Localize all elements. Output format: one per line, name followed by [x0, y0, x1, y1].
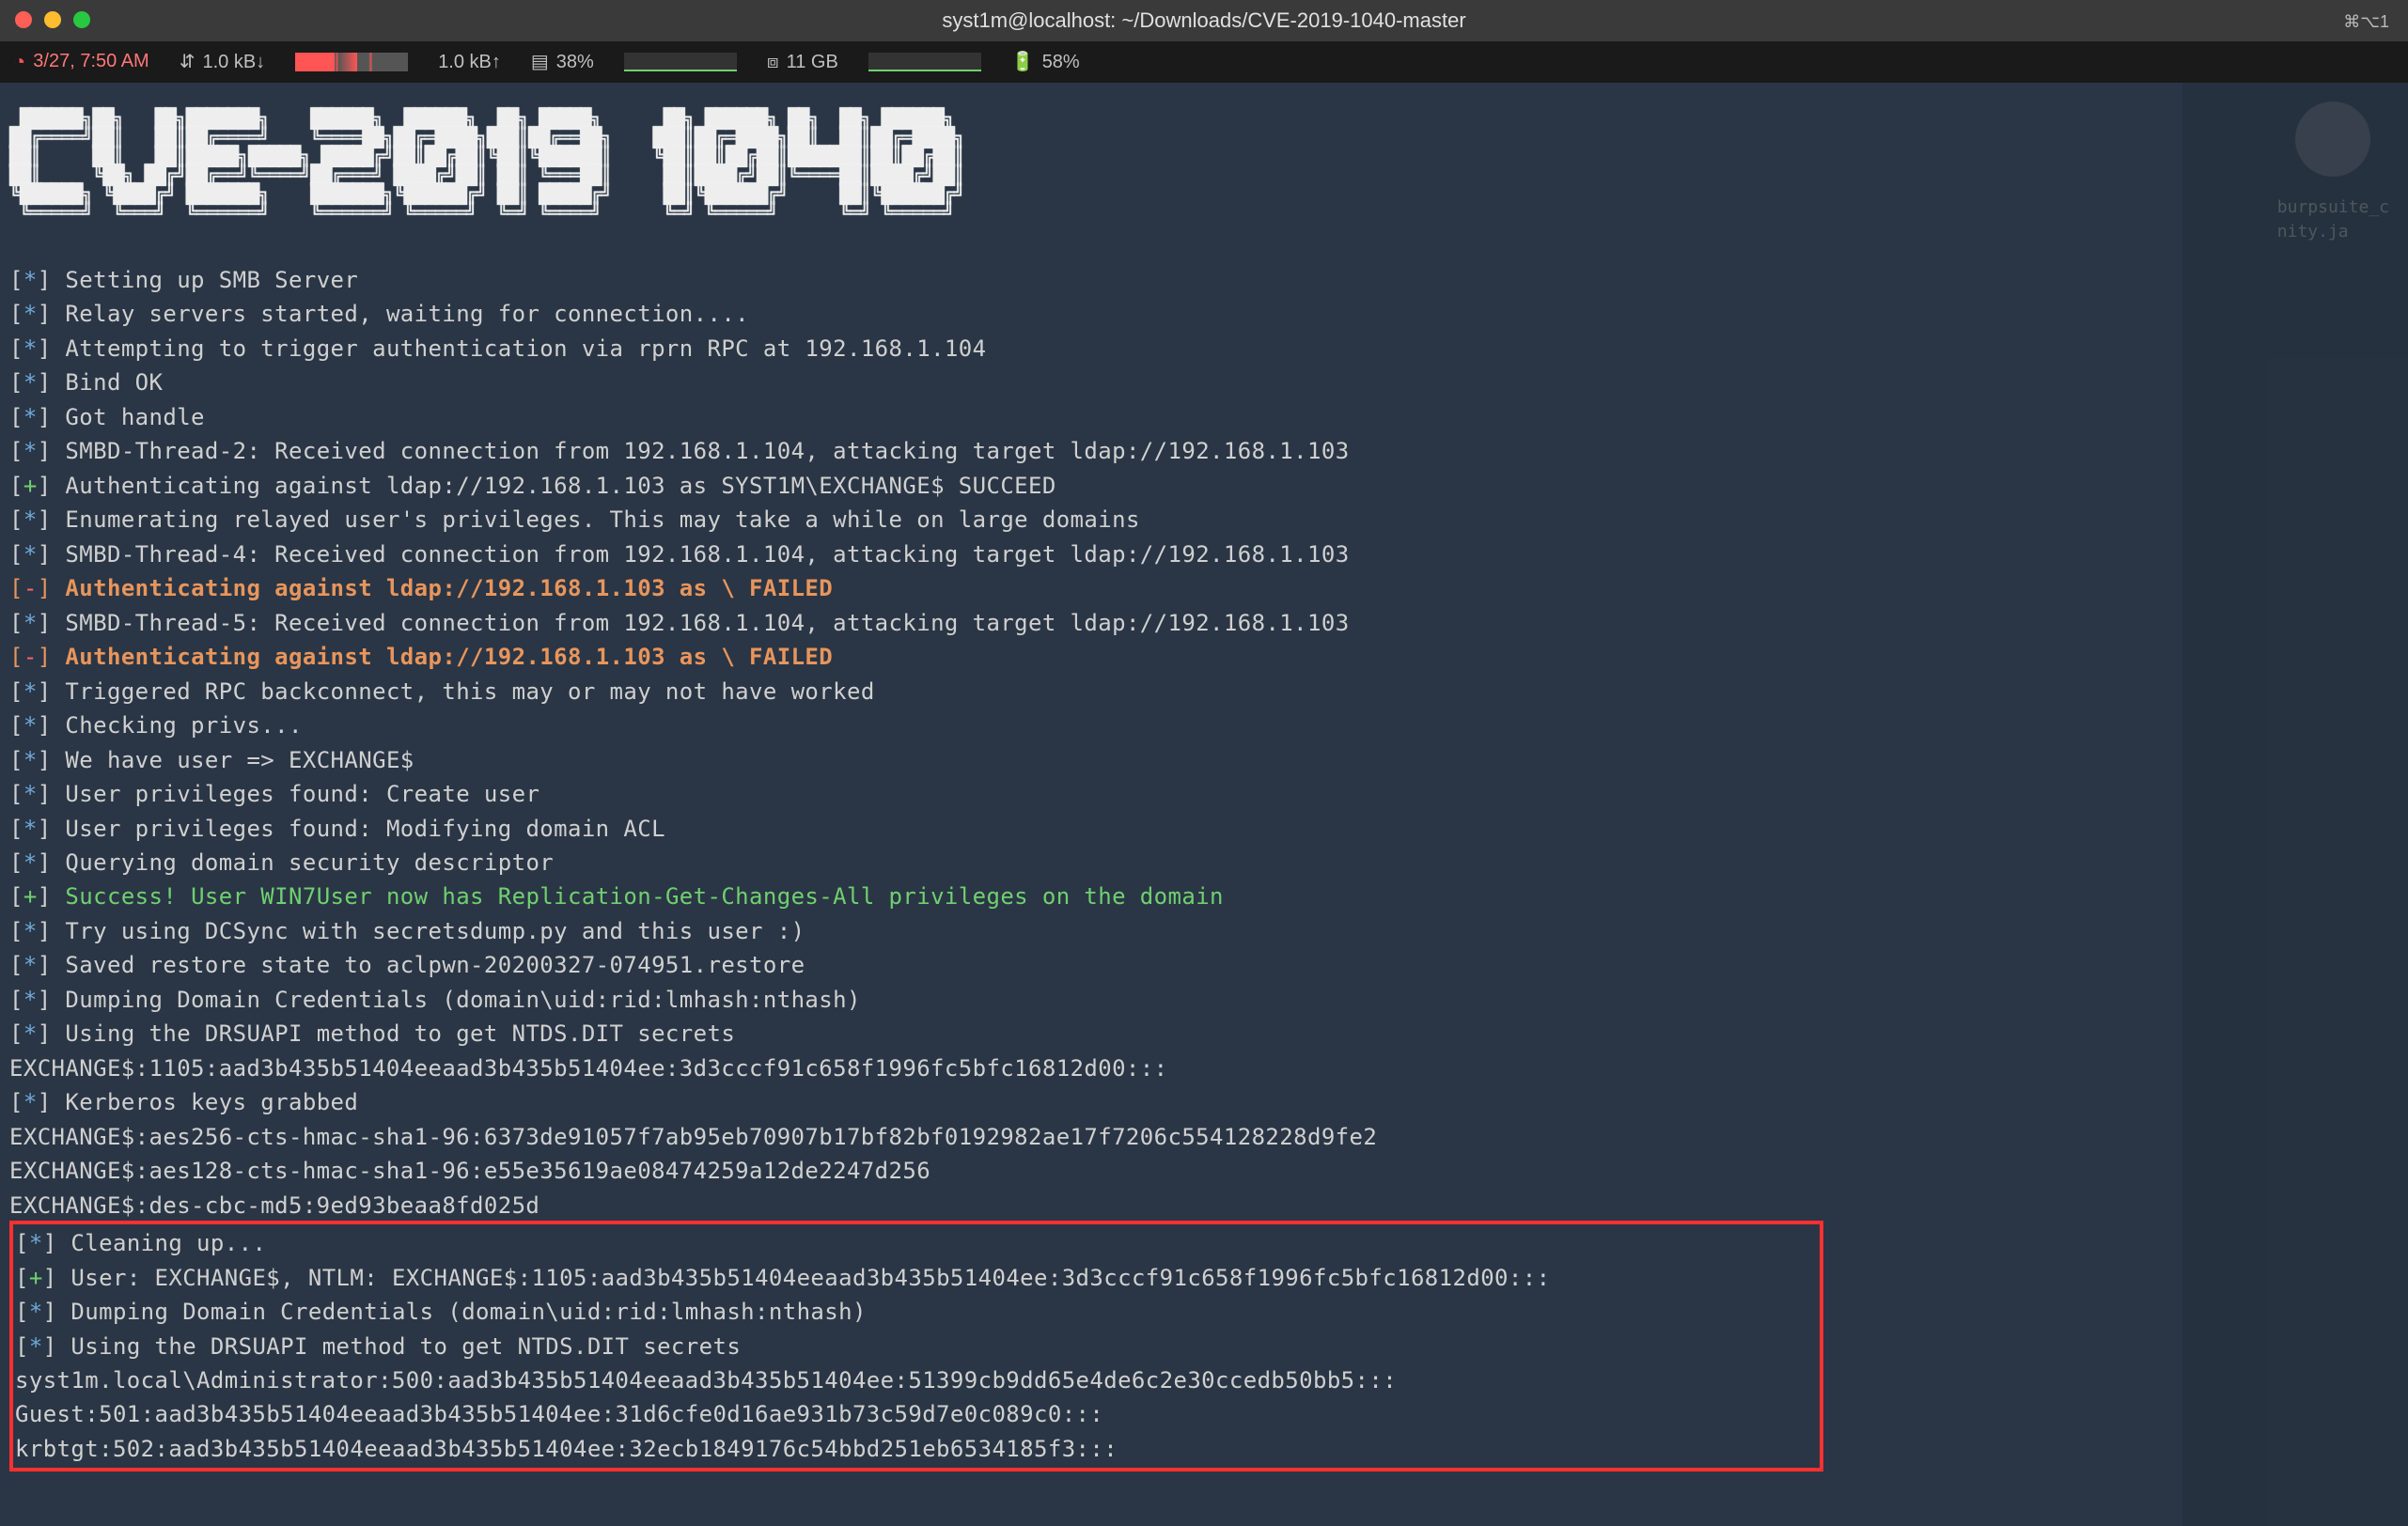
window-controls: [15, 11, 90, 28]
status-datetime: 3/27, 7:50 AM: [33, 48, 149, 75]
net-sparkline: [295, 53, 408, 71]
status-bar: ◔ 3/27, 7:50 AM ⇵ 1.0 kB↓ 1.0 kB↑ ▤ 38% …: [0, 41, 2408, 83]
chip-icon: ▤: [531, 49, 549, 76]
zoom-window-button[interactable]: [73, 11, 90, 28]
ram-sparkline: [868, 53, 981, 71]
ascii-banner: ██████╗██╗ ██╗███████╗ ██████╗ ██████╗ █…: [9, 90, 2399, 222]
status-clock: ◔ 3/27, 7:50 AM: [13, 47, 149, 77]
cpu-value: 38%: [556, 49, 594, 76]
highlight-box: [*] Cleaning up... [+] User: EXCHANGE$, …: [9, 1221, 1823, 1472]
battery-icon: 🔋: [1011, 49, 1035, 76]
status-battery: 🔋 58%: [1011, 49, 1080, 76]
window-shortcut: ⌘⌥1: [2343, 9, 2389, 34]
ram-value: 11 GB: [787, 49, 838, 76]
cpu-sparkline: [624, 53, 737, 71]
status-ram: ⧈ 11 GB: [767, 49, 838, 76]
clock-icon: ◔: [13, 47, 25, 77]
status-cpu: ▤ 38%: [531, 49, 594, 76]
profile-avatar: [2295, 101, 2370, 177]
net-down-value: 1.0 kB↓: [202, 49, 265, 76]
terminal-log[interactable]: [*] Setting up SMB Server [*] Relay serv…: [9, 263, 2399, 1222]
status-net-down: ⇵ 1.0 kB↓: [180, 49, 265, 76]
right-dim-panel: burpsuite_c nity.ja: [2182, 83, 2408, 1526]
minimize-window-button[interactable]: [44, 11, 61, 28]
net-up-value: 1.0 kB↑: [438, 49, 501, 76]
terminal-body[interactable]: ██████╗██╗ ██╗███████╗ ██████╗ ██████╗ █…: [0, 83, 2408, 1479]
window-title: syst1m@localhost: ~/Downloads/CVE-2019-1…: [942, 6, 1465, 36]
titlebar: syst1m@localhost: ~/Downloads/CVE-2019-1…: [0, 0, 2408, 41]
close-window-button[interactable]: [15, 11, 32, 28]
ram-icon: ⧈: [767, 49, 779, 76]
terminal-log-highlight: [*] Cleaning up... [+] User: EXCHANGE$, …: [15, 1226, 1818, 1466]
battery-value: 58%: [1042, 49, 1080, 76]
status-net-up: 1.0 kB↑: [438, 49, 501, 76]
network-down-icon: ⇵: [180, 49, 195, 76]
sidebar-filename: burpsuite_c nity.ja: [2277, 195, 2389, 244]
